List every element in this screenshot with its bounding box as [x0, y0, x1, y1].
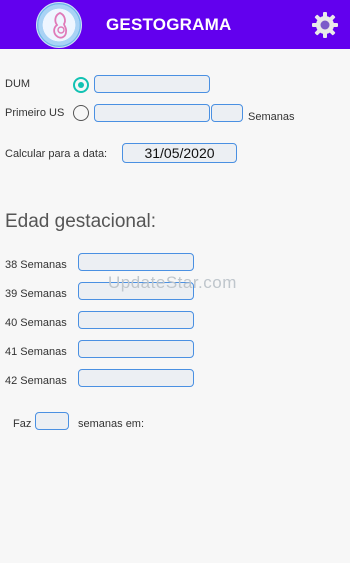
- primeiro-us-label: Primeiro US: [5, 107, 65, 119]
- row-39-label: 39 Semanas: [5, 288, 67, 300]
- row-42-label: 42 Semanas: [5, 375, 67, 387]
- app-bar: GESTOGRAMA: [0, 0, 350, 49]
- pregnancy-logo-icon: [36, 2, 82, 48]
- semanas-label: Semanas: [248, 111, 295, 123]
- row-41-label: 41 Semanas: [5, 346, 67, 358]
- row-40-field[interactable]: [78, 311, 194, 329]
- faz-label: Faz: [13, 418, 32, 430]
- edad-gestacional-heading: Edad gestacional:: [5, 211, 157, 232]
- gear-icon[interactable]: [311, 11, 339, 39]
- row-42-field[interactable]: [78, 369, 194, 387]
- dum-label: DUM: [5, 78, 31, 90]
- calc-date-field[interactable]: 31/05/2020: [122, 143, 237, 163]
- row-40-label: 40 Semanas: [5, 317, 67, 329]
- calcular-label: Calcular para a data:: [5, 148, 108, 160]
- row-38-label: 38 Semanas: [5, 259, 67, 271]
- app-title: GESTOGRAMA: [106, 15, 232, 34]
- dum-date-field[interactable]: [94, 75, 210, 93]
- faz-weeks-field[interactable]: [35, 412, 69, 430]
- row-41-field[interactable]: [78, 340, 194, 358]
- dum-radio[interactable]: [73, 77, 89, 93]
- primeiro-us-radio[interactable]: [73, 105, 89, 121]
- primeiro-us-weeks-field[interactable]: [211, 104, 243, 122]
- watermark: UpdateStar.com: [108, 273, 237, 292]
- primeiro-us-date-field[interactable]: [94, 104, 210, 122]
- semanas-em-label: semanas em:: [78, 418, 145, 430]
- row-38-field[interactable]: [78, 253, 194, 271]
